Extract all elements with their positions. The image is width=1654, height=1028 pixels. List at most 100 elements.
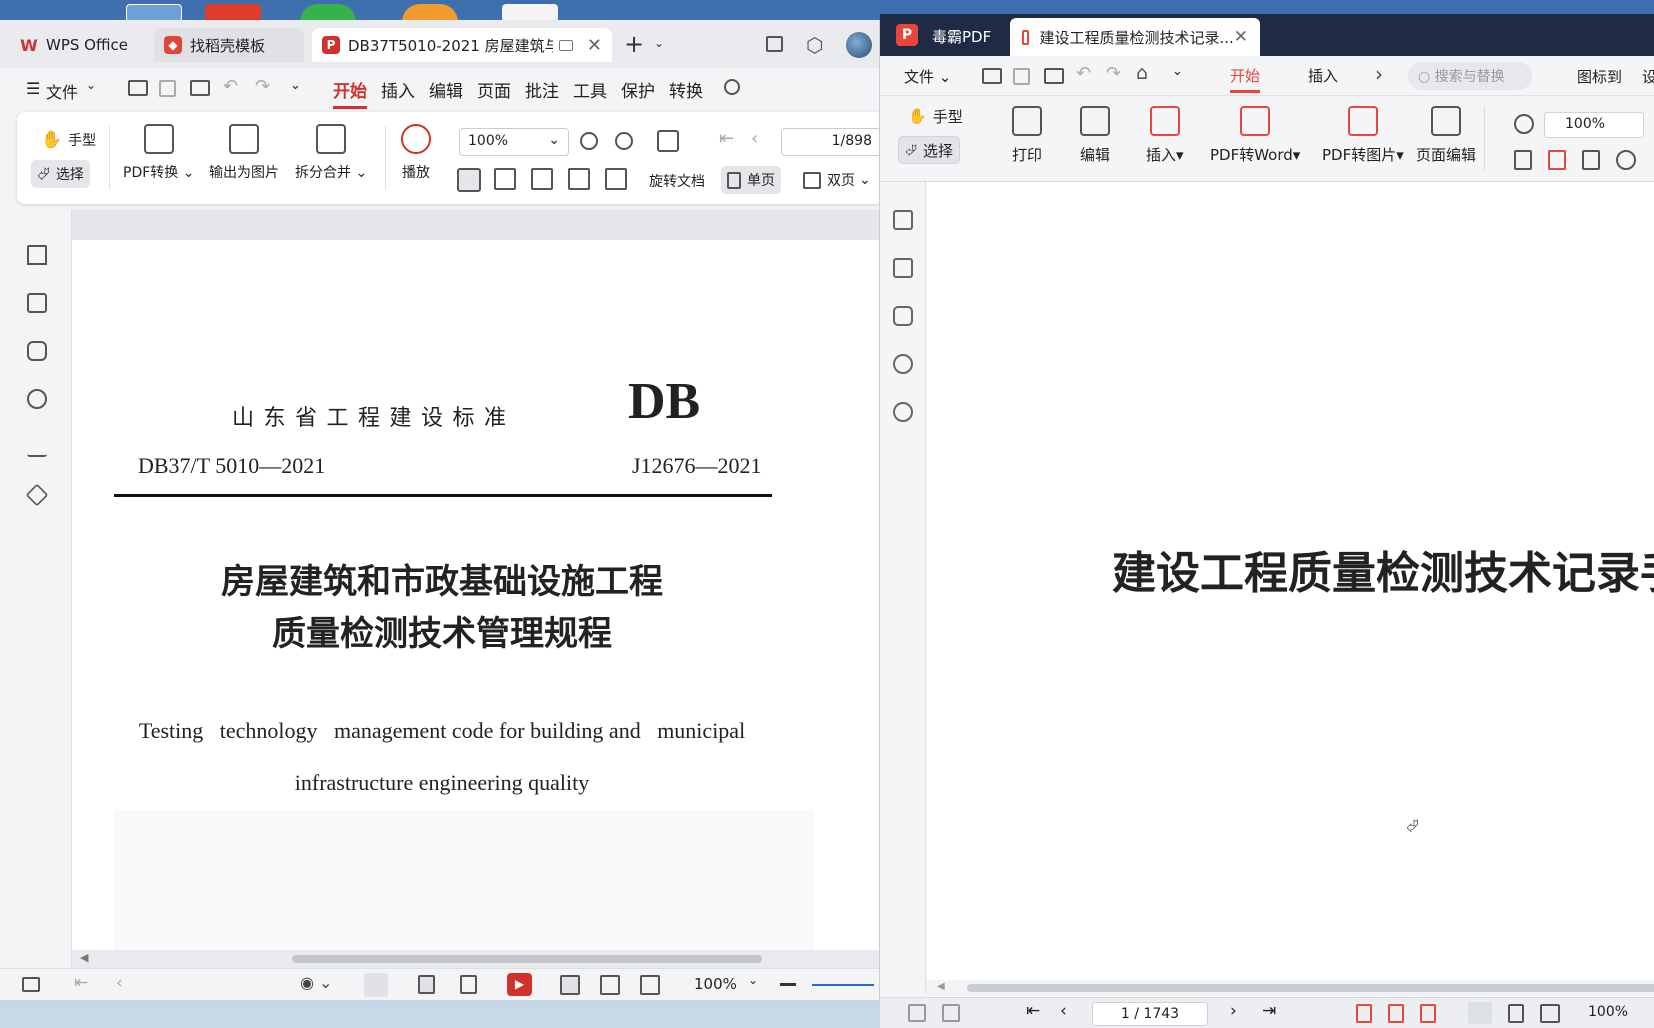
- save-icon[interactable]: [159, 80, 176, 97]
- scrollbar-thumb[interactable]: [292, 955, 762, 963]
- select-tool-button[interactable]: ⮰ 选择: [898, 136, 961, 164]
- more-tabs-icon[interactable]: ›: [1375, 62, 1383, 86]
- avatar[interactable]: [846, 32, 872, 58]
- tab-docer-templates[interactable]: ◆ 找稻壳模板: [154, 28, 304, 62]
- fit-width-icon[interactable]: [1582, 150, 1600, 170]
- menu-file[interactable]: 文件 ⌄: [904, 66, 951, 87]
- actual-size-icon[interactable]: [560, 975, 580, 995]
- bookmark-icon[interactable]: [893, 210, 913, 230]
- play-button[interactable]: 播放: [401, 124, 431, 182]
- fit-width-icon[interactable]: [640, 975, 660, 995]
- prev-page-icon[interactable]: ‹: [751, 128, 758, 149]
- tab-pdf-document[interactable]: 建设工程质量检测技术记录... ✕: [1010, 18, 1260, 56]
- first-page-icon[interactable]: ⇤: [719, 128, 734, 149]
- chevron-down-icon[interactable]: ⌄: [1172, 64, 1183, 79]
- menu-tools[interactable]: 工具: [573, 77, 607, 102]
- hand-tool-button[interactable]: ✋ 手型: [35, 126, 102, 154]
- single-view-icon[interactable]: [418, 975, 435, 994]
- first-page-icon[interactable]: ⇤: [1026, 1001, 1040, 1021]
- select-tool-button[interactable]: ⮰ 选择: [31, 160, 90, 188]
- zoom-in-icon[interactable]: [615, 132, 633, 150]
- rotate-icon[interactable]: [1616, 150, 1636, 170]
- next-view-icon[interactable]: [942, 1004, 960, 1022]
- zoom-out-icon[interactable]: [780, 983, 796, 986]
- page-number-input[interactable]: 1/898: [781, 128, 879, 156]
- chevron-down-icon[interactable]: ⌄: [748, 973, 758, 987]
- next-page-icon[interactable]: ›: [1230, 1001, 1237, 1021]
- open-folder-icon[interactable]: [982, 68, 1002, 84]
- play-icon[interactable]: ▶: [507, 973, 532, 996]
- prev-view-icon[interactable]: [908, 1004, 926, 1022]
- thumbnail-icon[interactable]: [893, 258, 913, 278]
- hand-tool-button[interactable]: ✋ 手型: [902, 102, 969, 130]
- overflow-label[interactable]: 设: [1642, 66, 1654, 87]
- prev-page-icon[interactable]: ‹: [116, 973, 123, 993]
- open-folder-icon[interactable]: [128, 80, 148, 96]
- first-page-icon[interactable]: ⇤: [74, 973, 88, 993]
- horizontal-scrollbar[interactable]: ◀: [72, 950, 879, 968]
- layers-icon[interactable]: [25, 483, 49, 507]
- rotate-left-icon[interactable]: [568, 168, 590, 190]
- fit-page-icon[interactable]: [600, 975, 620, 995]
- page-edit-button[interactable]: 页面编辑: [1416, 106, 1476, 165]
- insert-button[interactable]: 插入▾: [1146, 106, 1184, 165]
- menu-protect[interactable]: 保护: [621, 77, 655, 102]
- close-tab-icon[interactable]: ✕: [1234, 27, 1248, 47]
- attachment-icon[interactable]: [27, 389, 47, 409]
- fit-page-icon[interactable]: [494, 168, 516, 190]
- comment-icon[interactable]: [27, 341, 47, 361]
- continuous-view-icon[interactable]: [364, 973, 388, 997]
- tab-wps-office[interactable]: W WPS Office: [10, 28, 150, 62]
- menu-page[interactable]: 页面: [477, 77, 511, 102]
- fit-page-icon[interactable]: [1388, 1004, 1404, 1023]
- menu-edit[interactable]: 编辑: [429, 77, 463, 102]
- thumbnail-icon[interactable]: [27, 293, 47, 313]
- tab-insert[interactable]: 插入: [1308, 65, 1338, 86]
- pdf-to-image-button[interactable]: PDF转图片▾: [1322, 106, 1404, 165]
- zoom-level[interactable]: 100%: [1588, 1004, 1628, 1020]
- continuous-view-icon[interactable]: [1468, 1002, 1492, 1024]
- print-icon[interactable]: [1044, 68, 1064, 84]
- search-icon[interactable]: [893, 354, 913, 374]
- page-number-input[interactable]: 1 / 1743: [1092, 1002, 1208, 1026]
- search-icon[interactable]: [724, 79, 740, 95]
- zoom-level[interactable]: 100%: [694, 975, 737, 993]
- save-icon[interactable]: [1013, 68, 1030, 85]
- search-replace-input[interactable]: ○ 搜索与替换: [1408, 62, 1532, 90]
- actual-size-icon[interactable]: [1356, 1004, 1372, 1023]
- last-page-icon[interactable]: ⇥: [1262, 1001, 1276, 1021]
- prev-page-icon[interactable]: ‹: [1060, 1001, 1067, 1021]
- pdf-to-word-button[interactable]: PDF转Word▾: [1210, 106, 1300, 165]
- sidebar-toggle-icon[interactable]: [22, 977, 40, 992]
- single-page-button[interactable]: 单页: [721, 166, 781, 194]
- print-icon[interactable]: [190, 80, 210, 96]
- fit-page-icon[interactable]: [1548, 150, 1566, 170]
- home-icon[interactable]: ⌂: [1136, 62, 1148, 84]
- fit-width-icon[interactable]: [531, 168, 553, 190]
- cube-icon[interactable]: ⬡: [806, 33, 823, 57]
- rotate-doc-button[interactable]: 旋转文档: [649, 171, 705, 191]
- zoom-out-icon[interactable]: [1514, 114, 1534, 134]
- new-tab-icon[interactable]: +: [624, 30, 644, 58]
- bookmark-icon[interactable]: [27, 245, 47, 265]
- hamburger-icon[interactable]: ☰: [26, 79, 40, 98]
- bookmark-to-button[interactable]: 图标到: [1577, 66, 1622, 87]
- tab-start[interactable]: 开始: [1230, 65, 1261, 93]
- scrollbar-thumb[interactable]: [967, 984, 1654, 992]
- window-restore-icon[interactable]: [766, 36, 783, 52]
- menu-convert[interactable]: 转换: [669, 77, 703, 102]
- menu-insert[interactable]: 插入: [381, 77, 415, 102]
- menu-annotate[interactable]: 批注: [525, 77, 559, 102]
- edit-button[interactable]: 编辑: [1080, 106, 1110, 165]
- split-merge-button[interactable]: 拆分合并 ⌄: [295, 124, 367, 182]
- redo-icon[interactable]: ↷: [255, 76, 270, 97]
- actual-size-icon[interactable]: [1514, 150, 1532, 170]
- zoom-select[interactable]: 100% ⌄: [459, 128, 569, 156]
- eye-icon[interactable]: ◉ ⌄: [300, 973, 332, 992]
- pdf-convert-button[interactable]: PDF转换 ⌄: [123, 124, 194, 182]
- menu-file[interactable]: 文件: [46, 79, 78, 103]
- chevron-down-icon[interactable]: ⌄: [654, 36, 664, 50]
- attachment-icon[interactable]: [893, 402, 913, 422]
- close-tab-icon[interactable]: ✕: [587, 35, 602, 56]
- redo-icon[interactable]: ↷: [1106, 63, 1121, 84]
